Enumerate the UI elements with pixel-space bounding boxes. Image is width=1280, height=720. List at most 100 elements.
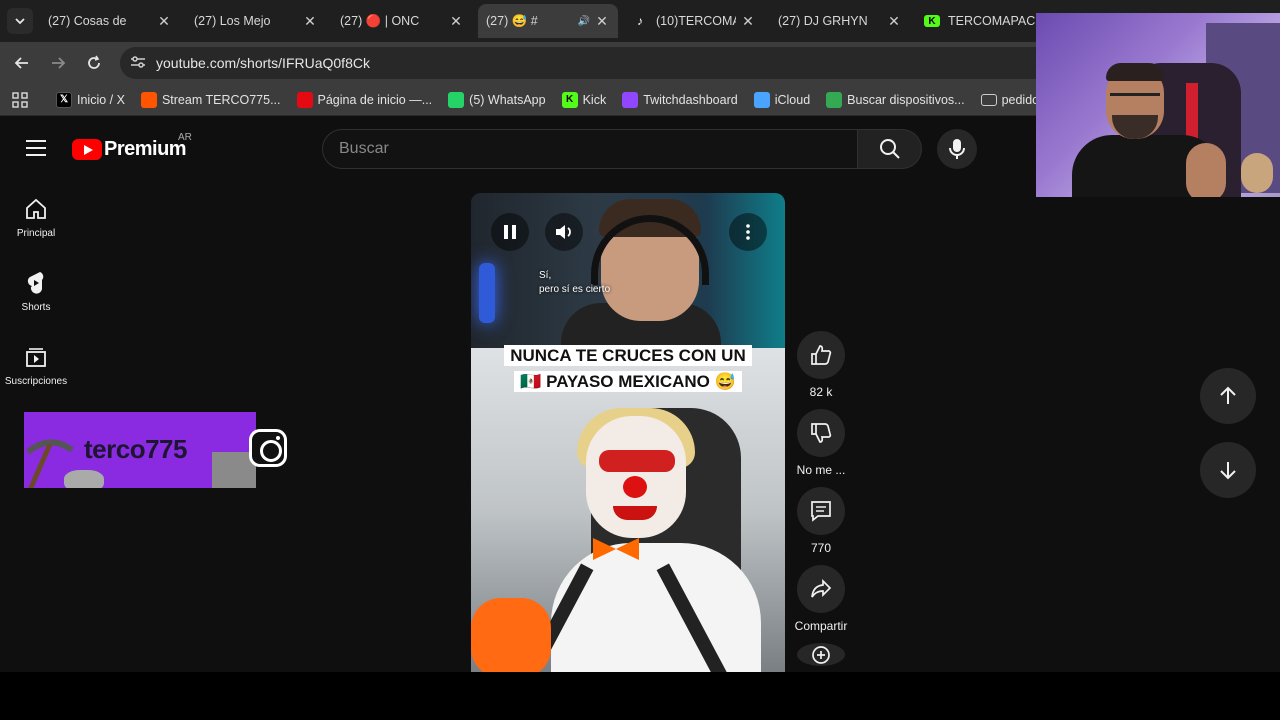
youtube-play-icon bbox=[72, 139, 102, 160]
close-tab-icon[interactable]: ✕ bbox=[302, 13, 318, 30]
bookmark-item[interactable]: Stream TERCO775... bbox=[140, 91, 281, 108]
soundcloud-icon bbox=[140, 91, 157, 108]
bookmark-item[interactable]: 𝕏 Inicio / X bbox=[56, 91, 125, 108]
tab-title: TERCOMAPAC bbox=[948, 14, 1036, 28]
region-code: AR bbox=[178, 132, 192, 143]
browser-tab[interactable]: K TERCOMAPAC bbox=[916, 4, 1056, 38]
streamer-arm bbox=[1186, 143, 1226, 197]
blue-lamp bbox=[479, 263, 495, 323]
microphone-icon bbox=[949, 139, 965, 159]
close-tab-icon[interactable]: ✕ bbox=[740, 13, 756, 30]
mute-button[interactable] bbox=[545, 213, 583, 251]
twitch-icon bbox=[622, 91, 639, 108]
bookmark-item[interactable]: pedido bbox=[980, 93, 1039, 107]
tab-title: (27) 😅 # bbox=[486, 13, 538, 28]
taskbar-area bbox=[0, 672, 1280, 720]
clown-nose bbox=[623, 476, 647, 498]
search-icon bbox=[879, 139, 900, 159]
bookmark-item[interactable]: Twitchdashboard bbox=[622, 91, 738, 108]
video-bottom-scene bbox=[471, 348, 785, 672]
bookmark-label: Inicio / X bbox=[77, 92, 125, 107]
arrow-down-icon bbox=[1220, 462, 1236, 480]
netflix-icon bbox=[296, 91, 313, 108]
pause-icon bbox=[504, 225, 516, 239]
pause-button[interactable] bbox=[491, 213, 529, 251]
apps-grid-icon[interactable] bbox=[12, 91, 32, 108]
guide-item-principal[interactable]: Principal bbox=[0, 196, 72, 239]
more-options-button[interactable] bbox=[729, 213, 767, 251]
thumbs-up-icon bbox=[797, 331, 845, 379]
video-caption: Sí, pero sí es cierto bbox=[539, 269, 610, 297]
browser-tab[interactable]: (27) DJ GRHYN ✕ bbox=[770, 4, 910, 38]
dislike-button[interactable]: No me ... bbox=[787, 409, 855, 477]
teddy-bear bbox=[1241, 153, 1273, 193]
reload-button[interactable] bbox=[82, 51, 106, 75]
bookmark-item[interactable]: K Kick bbox=[561, 91, 606, 108]
bookmark-item[interactable]: Página de inicio —... bbox=[296, 91, 433, 108]
back-button[interactable] bbox=[10, 51, 34, 75]
tab-title: (27) Cosas de bbox=[48, 14, 127, 28]
home-icon bbox=[25, 196, 47, 222]
tab-title: (10)TERCOMA bbox=[656, 14, 736, 28]
bookmark-label: iCloud bbox=[774, 92, 811, 107]
search-button[interactable] bbox=[858, 129, 922, 169]
caption-line: Sí, bbox=[539, 270, 552, 281]
bookmark-item[interactable]: iCloud bbox=[753, 91, 811, 108]
tab-title: (27) 🔴 | ONC bbox=[340, 13, 420, 28]
find-devices-icon bbox=[826, 91, 843, 108]
bookmark-item[interactable]: Buscar dispositivos... bbox=[826, 91, 965, 108]
browser-tab[interactable]: (27) 🔴 | ONC ✕ bbox=[332, 4, 472, 38]
arrow-right-icon bbox=[52, 57, 66, 69]
bookmark-item[interactable]: (5) WhatsApp bbox=[448, 91, 546, 108]
url-text: youtube.com/shorts/IFRUaQ0f8Ck bbox=[156, 55, 370, 71]
audio-playing-icon[interactable]: 🔊 bbox=[578, 16, 590, 27]
thumbs-down-icon bbox=[797, 409, 845, 457]
forward-button[interactable] bbox=[46, 51, 70, 75]
clown-shirt bbox=[551, 543, 761, 672]
remix-icon bbox=[797, 643, 845, 666]
overlay-line: NUNCA TE CRUCES CON UN bbox=[504, 345, 752, 366]
video-overlay-text: NUNCA TE CRUCES CON UN 🇲🇽 PAYASO MEXICAN… bbox=[471, 343, 785, 395]
voice-search-button[interactable] bbox=[937, 129, 977, 169]
short-video-player[interactable]: Sí, pero sí es cierto NUNCA TE CRUCES CO… bbox=[471, 193, 785, 672]
x-icon: 𝕏 bbox=[56, 91, 72, 108]
close-tab-icon[interactable]: ✕ bbox=[448, 13, 464, 30]
bookmark-label: Stream TERCO775... bbox=[161, 92, 281, 107]
streamer-hair bbox=[1106, 63, 1164, 81]
previous-short-button[interactable] bbox=[1200, 368, 1256, 424]
tab-title: (27) Los Mejo bbox=[194, 14, 271, 28]
tab-title: (27) DJ GRHYN bbox=[778, 14, 868, 28]
menu-icon[interactable] bbox=[26, 140, 46, 161]
close-tab-icon[interactable]: ✕ bbox=[156, 13, 172, 30]
volume-icon bbox=[556, 225, 571, 239]
guide-item-shorts[interactable]: Shorts bbox=[0, 270, 72, 313]
next-short-button[interactable] bbox=[1200, 442, 1256, 498]
search-input[interactable]: Buscar bbox=[322, 129, 858, 169]
arrow-up-icon bbox=[1220, 386, 1236, 404]
browser-tab[interactable]: (27) Cosas de ✕ bbox=[40, 4, 180, 38]
share-button[interactable]: Compartir bbox=[787, 565, 855, 633]
youtube-premium-logo[interactable]: Premium AR bbox=[72, 132, 192, 161]
browser-tab[interactable]: (27) Los Mejo ✕ bbox=[186, 4, 326, 38]
tab-search-button[interactable] bbox=[7, 8, 33, 34]
browser-tab[interactable]: (27) 😅 # 🔊 ✕ bbox=[478, 4, 618, 38]
remix-button[interactable] bbox=[787, 643, 855, 672]
address-bar[interactable]: youtube.com/shorts/IFRUaQ0f8Ck bbox=[120, 47, 1120, 79]
dislike-label: No me ... bbox=[796, 463, 846, 477]
close-tab-icon[interactable]: ✕ bbox=[886, 13, 902, 30]
guide-item-suscripciones[interactable]: Suscripciones bbox=[0, 344, 72, 387]
bookmark-label: Twitchdashboard bbox=[643, 92, 738, 107]
like-button[interactable]: 82 k bbox=[787, 331, 855, 399]
bookmark-label: Página de inicio —... bbox=[317, 92, 433, 107]
browser-tab[interactable]: ♪ (10)TERCOMA ✕ bbox=[624, 4, 764, 38]
more-vertical-icon bbox=[746, 224, 750, 240]
comments-button[interactable]: 770 bbox=[787, 487, 855, 555]
bookmark-label: (5) WhatsApp bbox=[469, 92, 546, 107]
subscriptions-icon bbox=[25, 344, 47, 370]
instagram-icon bbox=[249, 429, 287, 467]
close-tab-icon[interactable]: ✕ bbox=[594, 13, 610, 30]
guide-label: Shorts bbox=[21, 302, 51, 313]
shorts-icon bbox=[26, 270, 46, 296]
site-settings-icon[interactable] bbox=[120, 55, 156, 72]
streamer-banner: terco775 bbox=[24, 412, 256, 488]
